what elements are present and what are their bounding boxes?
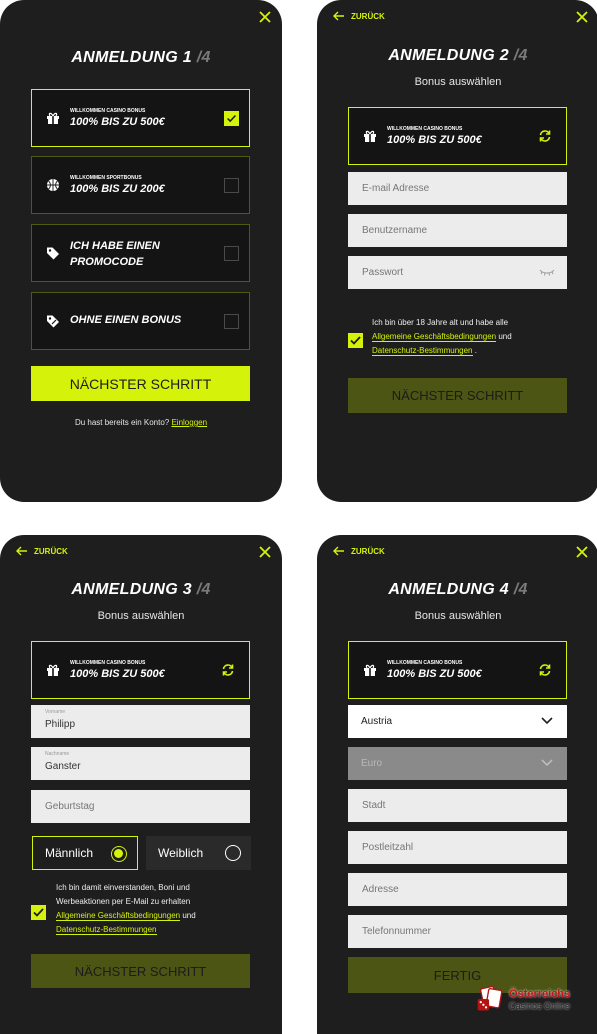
- signup-step-3-panel: ZURÜCK ANMELDUNG 3 /4 Bonus auswählen WI…: [0, 535, 282, 1034]
- close-icon[interactable]: [575, 10, 589, 24]
- checkbox-checked[interactable]: [224, 111, 239, 126]
- gift-icon: [47, 664, 59, 676]
- close-icon[interactable]: [258, 10, 272, 24]
- country-select[interactable]: Austria: [348, 705, 567, 738]
- eye-closed-icon[interactable]: [539, 268, 555, 276]
- page-title: ANMELDUNG 3 /4: [71, 581, 211, 598]
- terms-link[interactable]: Allgemeine Geschäftsbedingungen: [56, 911, 181, 921]
- privacy-link[interactable]: Datenschutz-Bestimmungen: [372, 346, 473, 356]
- next-step-button[interactable]: NÄCHSTER SCHRITT: [348, 378, 567, 413]
- lastname-field[interactable]: Nachname Ganster: [31, 747, 250, 780]
- page-subtitle: Bonus auswählen: [97, 610, 185, 622]
- signup-step-2-panel: ZURÜCK ANMELDUNG 2 /4 Bonus auswählen WI…: [317, 0, 597, 502]
- next-step-button[interactable]: NÄCHSTER SCHRITT: [31, 954, 250, 988]
- selected-bonus-card[interactable]: WILLKOMMEN CASINO BONUS 100% BIS ZU 500€: [348, 107, 567, 165]
- arrow-left-icon: [16, 546, 27, 556]
- dice-cards-icon: [477, 985, 503, 1011]
- basketball-icon: [47, 179, 59, 191]
- bonus-option-none[interactable]: OHNE EINEN BONUS: [31, 292, 250, 350]
- radio-selected[interactable]: [111, 846, 127, 862]
- page-title: ANMELDUNG 4 /4: [388, 581, 528, 598]
- page-subtitle: Bonus auswählen: [414, 76, 502, 88]
- refresh-icon[interactable]: [538, 129, 552, 143]
- signup-step-1-panel: ANMELDUNG 1 /4 WILLKOMMEN CASINO BONUS 1…: [0, 0, 282, 502]
- gift-icon: [364, 130, 376, 142]
- gift-icon: [364, 664, 376, 676]
- city-field[interactable]: Stadt: [348, 789, 567, 822]
- birthday-field[interactable]: Geburtstag: [31, 790, 250, 823]
- no-discount-icon: [47, 315, 59, 328]
- login-prompt: Du hast bereits ein Konto? Einloggen: [74, 418, 208, 427]
- page-subtitle: Bonus auswählen: [414, 610, 502, 622]
- signup-step-4-panel: ZURÜCK ANMELDUNG 4 /4 Bonus auswählen WI…: [317, 535, 597, 1034]
- zip-field[interactable]: Postleitzahl: [348, 831, 567, 864]
- address-field[interactable]: Adresse: [348, 873, 567, 906]
- username-field[interactable]: Benutzername: [348, 214, 567, 247]
- phone-field[interactable]: Telefonnummer: [348, 915, 567, 948]
- page-title: ANMELDUNG 1 /4: [71, 49, 211, 66]
- privacy-link[interactable]: Datenschutz-Bestimmungen: [56, 925, 157, 935]
- marketing-consent-checkbox[interactable]: [31, 905, 46, 920]
- firstname-field[interactable]: Vorname Philipp: [31, 705, 250, 738]
- login-link[interactable]: Einloggen: [171, 418, 207, 427]
- bonus-option-sport[interactable]: WILLKOMMEN SPORTBONUS 100% BIS ZU 200€: [31, 156, 250, 214]
- back-button[interactable]: ZURÜCK: [333, 11, 385, 21]
- page-title: ANMELDUNG 2 /4: [388, 47, 528, 64]
- gift-icon: [47, 112, 59, 124]
- terms-link[interactable]: Allgemeine Geschäftsbedingungen: [372, 332, 497, 342]
- radio[interactable]: [225, 845, 241, 861]
- selected-bonus-card[interactable]: WILLKOMMEN CASINO BONUS 100% BIS ZU 500€: [348, 641, 567, 699]
- bonus-option-casino[interactable]: WILLKOMMEN CASINO BONUS 100% BIS ZU 500€: [31, 89, 250, 147]
- close-icon[interactable]: [575, 545, 589, 559]
- chevron-down-icon: [541, 717, 553, 725]
- arrow-left-icon: [333, 546, 344, 556]
- back-button[interactable]: ZURÜCK: [16, 546, 68, 556]
- checkbox[interactable]: [224, 314, 239, 329]
- tag-icon: [47, 247, 59, 260]
- selected-bonus-card[interactable]: WILLKOMMEN CASINO BONUS 100% BIS ZU 500€: [31, 641, 250, 699]
- checkbox[interactable]: [224, 246, 239, 261]
- age-consent-checkbox[interactable]: [348, 333, 363, 348]
- bonus-option-promocode[interactable]: ICH HABE EINEN PROMOCODE: [31, 224, 250, 282]
- currency-select[interactable]: Euro: [348, 747, 567, 780]
- email-field[interactable]: E-mail Adresse: [348, 172, 567, 205]
- back-button[interactable]: ZURÜCK: [333, 546, 385, 556]
- gender-male-option[interactable]: Männlich: [32, 836, 138, 870]
- chevron-down-icon: [541, 759, 553, 767]
- refresh-icon[interactable]: [221, 663, 235, 677]
- refresh-icon[interactable]: [538, 663, 552, 677]
- checkbox[interactable]: [224, 178, 239, 193]
- close-icon[interactable]: [258, 545, 272, 559]
- gender-female-option[interactable]: Weiblich: [146, 836, 251, 870]
- arrow-left-icon: [333, 11, 344, 21]
- watermark-logo: Österreichs Casinos Online: [473, 980, 588, 1020]
- next-step-button[interactable]: NÄCHSTER SCHRITT: [31, 366, 250, 401]
- marketing-consent-text: Ich bin damit einverstanden, Boni und We…: [56, 883, 196, 935]
- age-consent-text: Ich bin über 18 Jahre alt und habe alle …: [372, 318, 512, 356]
- password-field[interactable]: Passwort: [348, 256, 567, 289]
